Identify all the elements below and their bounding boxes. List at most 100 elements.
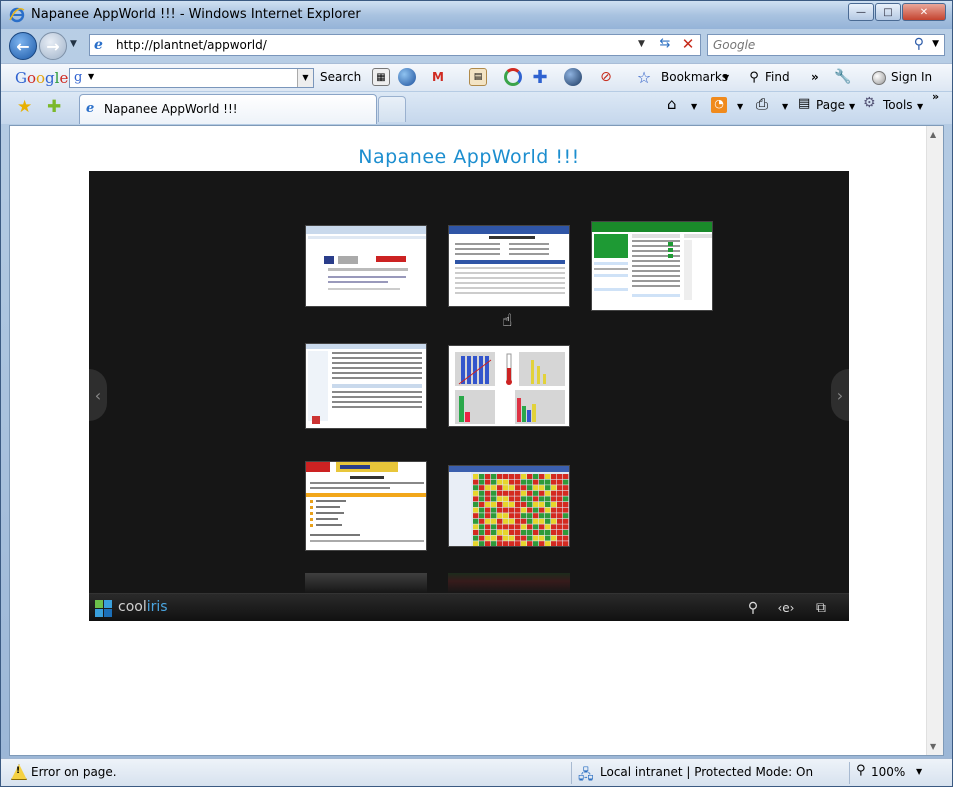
heatmap-cell	[479, 541, 485, 546]
heatmap-cell	[479, 513, 485, 519]
heatmap-cell	[521, 502, 527, 507]
thumbnail-image	[592, 222, 712, 310]
minimize-button[interactable]: —	[848, 3, 874, 21]
heatmap-cell	[533, 485, 539, 491]
search-options-icon[interactable]: ▼	[932, 39, 939, 49]
fullscreen-icon[interactable]: ⧉	[808, 598, 834, 618]
heatmap-cell	[473, 507, 479, 513]
globe-icon[interactable]	[398, 68, 416, 86]
search-input[interactable]	[708, 35, 898, 55]
heatmap-cell	[545, 541, 551, 546]
heatmap-cell	[557, 490, 563, 496]
heatmap-cell	[479, 496, 485, 502]
add-button-icon[interactable]: ✚	[531, 67, 549, 88]
wrench-icon[interactable]: 🔧	[834, 68, 852, 86]
heatmap-cell	[491, 524, 497, 530]
heatmap-cell	[545, 485, 551, 491]
thumbnail-heatmap[interactable]	[448, 465, 570, 547]
more-tools-chevron-icon[interactable]: »	[811, 70, 819, 84]
bookmark-star-icon[interactable]: ☆	[635, 68, 653, 87]
thumbnail-image	[306, 462, 426, 550]
ie-logo-icon	[9, 7, 25, 23]
earth-icon[interactable]	[564, 68, 582, 86]
heatmap-cell	[473, 474, 479, 479]
heatmap-cell	[491, 518, 497, 524]
bookmarks-menu[interactable]: Bookmarks	[661, 70, 728, 84]
heatmap-cell	[485, 474, 491, 479]
heatmap-cell	[515, 502, 521, 507]
heatmap-cell	[563, 518, 569, 524]
google-search-input[interactable]: g ▼ ▼	[69, 68, 314, 88]
thumbnail-yellow-banner[interactable]	[305, 461, 427, 551]
rss-feed-icon[interactable]: ◔	[711, 97, 727, 113]
calendar-icon[interactable]: ▤	[469, 68, 487, 86]
tab-row: ★ ✚ e Napanee AppWorld !!! ⌂ ▼ ◔ ▼ ⎙ ▼ ▤…	[1, 90, 952, 124]
find-menu[interactable]: Find	[765, 70, 790, 84]
address-row: ← → ▼ e http://plantnet/appworld/ ▼ ⇆ ✕ …	[1, 29, 952, 62]
scroll-up-icon[interactable]: ▲	[930, 130, 936, 139]
thumbnail-bar-charts[interactable]	[448, 345, 570, 427]
tools-menu[interactable]: Tools	[883, 98, 913, 112]
heatmap-cell	[515, 485, 521, 491]
zoom-level[interactable]: 100%	[871, 765, 905, 779]
heatmap-cell	[563, 513, 569, 519]
close-button[interactable]: ✕	[902, 3, 946, 21]
favorites-star-icon[interactable]: ★	[17, 97, 32, 117]
stop-icon[interactable]: ✕	[678, 35, 698, 55]
scroll-right-button[interactable]: ›	[831, 369, 849, 421]
forward-button[interactable]: →	[39, 32, 67, 60]
url-text[interactable]: http://plantnet/appworld/	[116, 38, 267, 52]
address-bar[interactable]: e http://plantnet/appworld/ ▼ ⇆ ✕	[89, 34, 701, 56]
heatmap-cell	[515, 524, 521, 530]
search-icon[interactable]: ⚲	[914, 36, 924, 52]
tab-napanee-appworld[interactable]: e Napanee AppWorld !!!	[79, 94, 377, 124]
thumbnail-data-grid[interactable]	[305, 343, 427, 429]
zoom-search-icon[interactable]: ⚲	[740, 598, 766, 618]
gmail-icon[interactable]: M	[429, 68, 447, 86]
heatmap-cell	[557, 507, 563, 513]
new-tab-button[interactable]	[378, 96, 406, 122]
heatmap-cell	[491, 490, 497, 496]
scroll-left-button[interactable]: ‹	[89, 369, 107, 421]
find-icon[interactable]: ⚲	[745, 68, 763, 86]
security-zone-text[interactable]: Local intranet | Protected Mode: On	[600, 765, 813, 779]
more-commands-chevron-icon[interactable]: »	[932, 90, 939, 103]
picasa-icon[interactable]	[504, 68, 522, 86]
recent-pages-dropdown[interactable]: ▼	[70, 39, 77, 49]
news-icon[interactable]: ▦	[372, 68, 390, 86]
heatmap-cell	[497, 485, 503, 491]
heatmap-cell	[491, 496, 497, 502]
heatmap-cell	[551, 535, 557, 541]
print-icon[interactable]: ⎙	[756, 95, 768, 113]
heatmap-cell	[515, 479, 521, 485]
heatmap-cell	[521, 530, 527, 535]
google-search-button[interactable]: Search	[320, 70, 361, 84]
embed-code-icon[interactable]: ‹e›	[773, 598, 799, 618]
home-icon[interactable]: ⌂	[667, 95, 677, 113]
heatmap-cell	[545, 513, 551, 519]
zoom-icon[interactable]: ⚲	[856, 763, 866, 778]
heatmap-cell	[473, 502, 479, 507]
heatmap-cell	[551, 485, 557, 491]
cooliris-wall[interactable]: ‹ › ☝ cooliris ⚲ ‹e› ⧉	[89, 171, 849, 621]
popup-blocker-icon[interactable]: ⊘	[597, 68, 615, 86]
thumbnail-web-form[interactable]	[448, 225, 570, 307]
add-favorites-icon[interactable]: ✚	[47, 97, 61, 117]
zoom-dropdown-icon[interactable]: ▼	[916, 767, 922, 776]
page-menu[interactable]: Page	[816, 98, 845, 112]
thumbnail-green-dashboard[interactable]	[591, 221, 713, 311]
vertical-scrollbar[interactable]: ▲ ▼	[926, 126, 943, 755]
address-dropdown-icon[interactable]: ▼	[638, 39, 645, 49]
refresh-icon[interactable]: ⇆	[655, 36, 675, 54]
heatmap-cell	[527, 524, 533, 530]
signin-button[interactable]: Sign In	[891, 70, 932, 84]
google-search-dropdown[interactable]: ▼	[297, 69, 313, 87]
scroll-down-icon[interactable]: ▼	[930, 742, 936, 751]
heatmap-cell	[473, 490, 479, 496]
maximize-button[interactable]: □	[875, 3, 901, 21]
search-box[interactable]: ⚲ ▼	[707, 34, 945, 56]
heatmap-cell	[479, 479, 485, 485]
back-button[interactable]: ←	[9, 32, 37, 60]
status-text[interactable]: Error on page.	[31, 765, 117, 779]
thumbnail-browser-search[interactable]	[305, 225, 427, 307]
